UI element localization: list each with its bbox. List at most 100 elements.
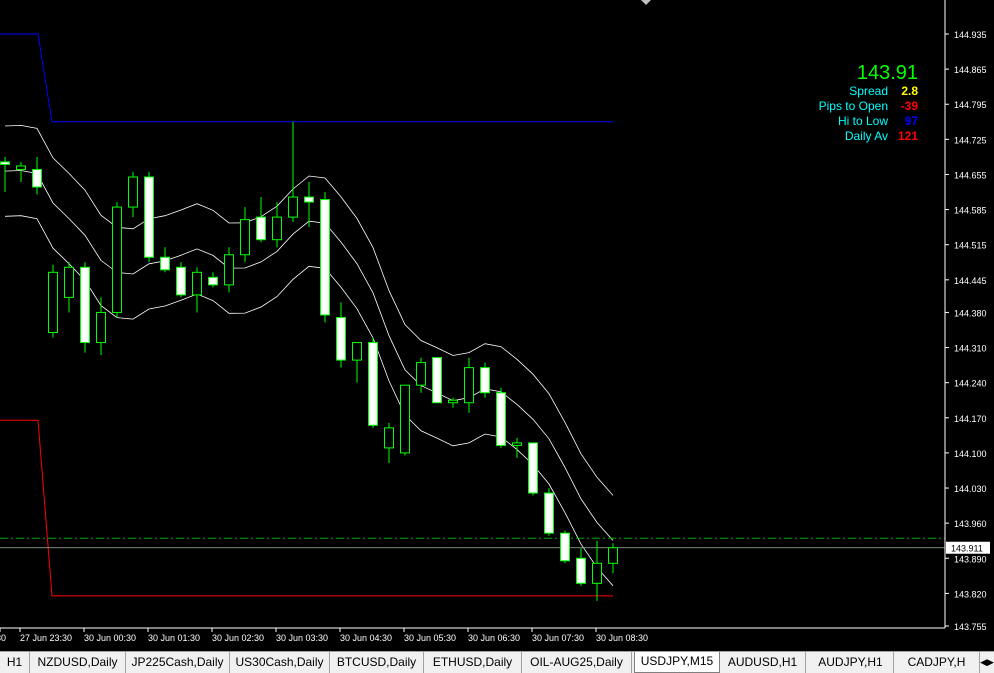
price-tick-label: 144.655 [954,170,987,180]
chart-tab-oil-aug25-daily[interactable]: OIL-AUG25,Daily [522,652,632,673]
chart-tab-ethusd-daily[interactable]: ETHUSD,Daily [424,652,522,673]
time-tick-label: 30 Jun 02:30 [212,633,264,643]
candle-body [480,367,490,394]
price-tick-label: 143.755 [954,622,987,632]
resistance-level-line [0,33,613,123]
candle [304,182,314,228]
time-tick-label: 30 Jun 03:30 [276,633,328,643]
candle [336,302,346,368]
candle-body [208,276,218,286]
info-row-value: 97 [904,114,918,128]
candle-body [240,219,250,256]
time-tick-label: 30 Jun 07:30 [532,633,584,643]
candle [16,161,26,182]
candle-body [80,266,90,344]
candle [64,262,74,313]
chart-tab-nzdusd-daily[interactable]: NZDUSD,Daily [30,652,126,673]
time-axis: 30 27 Jun 23:30 30 Jun 00:30 30 Jun 01:30 30… [0,628,648,643]
candle-body [160,256,170,271]
candle-body [464,367,474,404]
candle-body [16,165,26,170]
level-lines [0,33,945,597]
candle [144,171,154,263]
candle-body [256,216,266,241]
candle-body [448,399,458,404]
candle [576,548,586,586]
chart-tab-cadjpy-h[interactable]: CADJPY,H [894,652,980,673]
price-tick-label: 144.030 [954,484,987,494]
candle [368,337,378,428]
price-tick-label: 144.310 [954,344,987,354]
candle [528,442,538,496]
time-tick-label: 30 Jun 05:30 [404,633,456,643]
candle [288,121,298,223]
candle-body [272,216,282,241]
candlesticks [0,121,618,601]
candle-body [128,176,138,208]
price-tick-label: 143.890 [954,554,987,564]
candle-body [608,547,618,564]
candle-body [304,196,314,203]
price-tick-label: 143.960 [954,519,987,529]
candle-body [544,492,554,534]
candle-body [528,442,538,494]
candle [160,247,170,273]
candle [320,192,330,323]
price-tick-label: 144.585 [954,206,987,216]
candle-body [496,392,506,446]
candle-body [192,271,202,296]
time-tick-label: 30 Jun 06:30 [468,633,520,643]
candle [400,384,410,456]
candle [608,543,618,574]
price-tick-label: 143.820 [954,589,987,599]
candle-body [48,271,58,334]
candle [112,202,122,318]
candle-body [64,266,74,298]
info-row-label: Hi to Low [837,114,888,128]
chart-tab-bar: H1 NZDUSD,Daily JP225Cash,Daily US30Cash,Da… [0,651,994,673]
chart-tab-audusd-h1[interactable]: AUDUSD,H1 [720,652,806,673]
candle [480,362,490,398]
candle [208,272,218,288]
info-row-label: Pips to Open [818,99,888,113]
candle-body [336,316,346,361]
arrow-left-right-icon[interactable]: ◀▶ [980,652,994,673]
price-tick-label: 144.725 [954,135,987,145]
price-tick-label: 144.865 [954,65,987,75]
support-level-line [0,419,613,597]
candle-body [560,532,570,562]
info-panel: 143.91 Spread 2.8 Pips to Open -39 Hi to Low… [819,62,918,144]
time-tick-label: 30 Jun 00:30 [84,633,136,643]
candle-body [288,196,298,218]
info-row-value: 2.8 [901,84,918,98]
current-price-label: 143.911 [951,544,983,554]
candle [544,488,554,536]
candle [384,422,394,463]
info-row-label: Daily Av [844,129,888,143]
chart-tab-btcusd-daily[interactable]: BTCUSD,Daily [330,652,424,673]
chart-shift-marker-icon[interactable] [641,0,651,5]
candle [256,197,266,243]
candle [560,530,570,564]
info-row-value: -39 [900,99,918,113]
candle [224,247,234,293]
candle [272,202,282,248]
candle [0,156,10,193]
price-tick-label: 144.240 [954,379,987,389]
candle [80,262,90,353]
candle-body [368,342,378,426]
candle-body [416,362,426,386]
price-tick-label: 144.445 [954,276,987,286]
chart-tab-jp225cash-daily[interactable]: JP225Cash,Daily [126,652,230,673]
candle-body [0,161,10,165]
chart-tab-h1[interactable]: H1 [0,652,30,673]
candle-body [512,442,522,446]
chart-tab-us30cash-daily[interactable]: US30Cash,Daily [230,652,330,673]
price-tick-label: 144.515 [954,241,987,251]
chart-tab-audjpy-h1[interactable]: AUDJPY,H1 [808,652,894,673]
chart-tab-usdjpy-m15[interactable]: USDJPY,M15 [634,652,720,673]
info-row: Daily Av 121 [819,129,918,144]
info-row: Spread 2.8 [819,84,918,99]
candle [464,357,474,413]
price-tick-label: 144.795 [954,100,987,110]
